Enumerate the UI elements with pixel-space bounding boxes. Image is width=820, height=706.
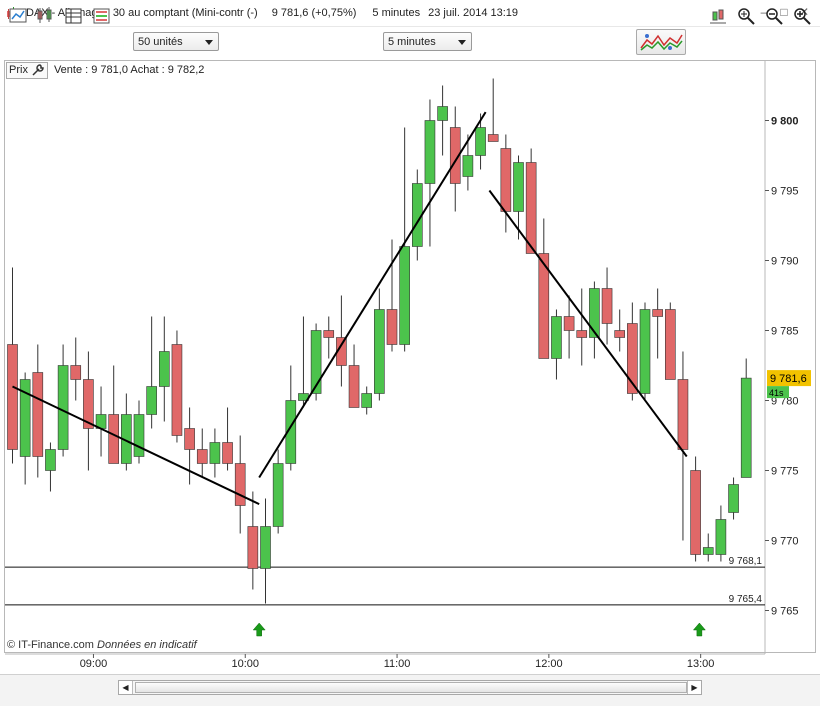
candle-up (475, 127, 486, 156)
candle-up (437, 106, 448, 121)
x-tick-label: 11:00 (384, 658, 411, 670)
quote-bar: Prix Vente : 9 781,0 Achat : 9 782,2 (6, 61, 205, 79)
copyright-text: © IT-Finance.com (7, 639, 94, 651)
candle-up (740, 377, 752, 478)
candle-up (57, 365, 69, 450)
candle-down (234, 463, 246, 506)
candle-down (525, 162, 537, 254)
candle-up (513, 162, 524, 212)
buy-signal-arrow-icon (692, 622, 706, 637)
timer-label: 41s (769, 388, 784, 398)
support-line-label: 9 765,4 (729, 594, 763, 605)
y-tick-label: 9 775 (771, 466, 799, 478)
candle-down (500, 148, 512, 212)
candle-down (576, 330, 588, 338)
support-line-label: 9 768,1 (729, 556, 763, 567)
buy-signal-arrow-icon (252, 622, 266, 637)
candle-down (386, 309, 398, 345)
x-tick-label: 12:00 (535, 658, 563, 670)
candle-down (171, 344, 183, 436)
zoom-out-icon[interactable] (764, 6, 784, 26)
order-book-icon[interactable] (92, 6, 112, 26)
candle-up (424, 120, 436, 184)
bid-ask-quote: Vente : 9 781,0 Achat : 9 782,2 (53, 64, 205, 76)
y-tick-label: 9 795 (771, 186, 799, 198)
drawing-tools-icon[interactable] (9, 6, 29, 26)
trendline (258, 111, 487, 479)
zoom-in-icon[interactable] (792, 6, 812, 26)
candle-up (399, 246, 410, 345)
candle-up (133, 414, 145, 457)
candle-down (487, 134, 499, 142)
x-tick-label: 09:00 (80, 658, 108, 670)
horizontal-scrollbar[interactable]: ◀ ▶ (118, 680, 702, 695)
prix-button[interactable]: Prix (6, 61, 48, 79)
y-tick-label: 9 800 (771, 116, 799, 128)
prix-label: Prix (9, 64, 28, 76)
candle-down (70, 365, 82, 380)
scrollbar-thumb[interactable] (135, 682, 687, 693)
trendline (488, 189, 688, 458)
candle-up (462, 155, 474, 177)
candle-down (664, 309, 676, 380)
y-tick-label: 9 785 (771, 326, 799, 338)
grid-table-icon[interactable] (64, 6, 84, 26)
candle-up (702, 547, 714, 555)
y-tick-label: 9 770 (771, 536, 799, 548)
candle-up (361, 393, 373, 408)
auto-scale-icon[interactable] (708, 6, 728, 26)
scroll-right-icon[interactable]: ▶ (687, 681, 701, 694)
candle-up (260, 526, 271, 569)
candlestick-chart[interactable]: 9 8009 7959 7909 7859 7809 7759 7709 765… (0, 0, 820, 705)
zoom-fit-icon[interactable] (736, 6, 756, 26)
candle-up (715, 519, 727, 555)
disclaimer-text: Données en indicatif (97, 639, 197, 651)
x-tick-label: 10:00 (231, 658, 259, 670)
candle-down (108, 414, 119, 464)
candle-up (209, 442, 221, 464)
candle-down (614, 330, 626, 338)
candle-down (247, 526, 259, 569)
trendline (12, 385, 260, 506)
candle-style-icon[interactable] (35, 6, 55, 26)
candle-down (32, 372, 44, 457)
candle-up (146, 386, 157, 415)
candle-down (7, 344, 18, 450)
y-tick-label: 9 790 (771, 256, 799, 268)
candle-up (272, 463, 284, 527)
candle-down (196, 449, 208, 464)
candle-down (348, 365, 360, 408)
copyright-note: © IT-Finance.com Données en indicatif (7, 639, 197, 651)
candle-up (728, 484, 739, 513)
wrench-icon (32, 63, 44, 76)
scroll-left-icon[interactable]: ◀ (119, 681, 133, 694)
candle-up (551, 316, 562, 359)
candle-up (374, 309, 385, 394)
x-tick-label: 13:00 (687, 658, 715, 670)
y-tick-label: 9 765 (771, 606, 799, 618)
candle-up (639, 309, 651, 394)
candle-down (184, 428, 195, 450)
candle-up (159, 351, 170, 387)
candle-down (222, 442, 233, 464)
candle-down (652, 309, 663, 317)
candle-down (323, 330, 335, 338)
last-price-label: 9 781,6 (770, 373, 807, 385)
candle-down (677, 379, 689, 450)
candle-down (690, 470, 701, 555)
candle-down (563, 316, 575, 331)
candle-down (601, 288, 613, 324)
candle-up (45, 449, 56, 471)
candle-up (589, 288, 600, 338)
